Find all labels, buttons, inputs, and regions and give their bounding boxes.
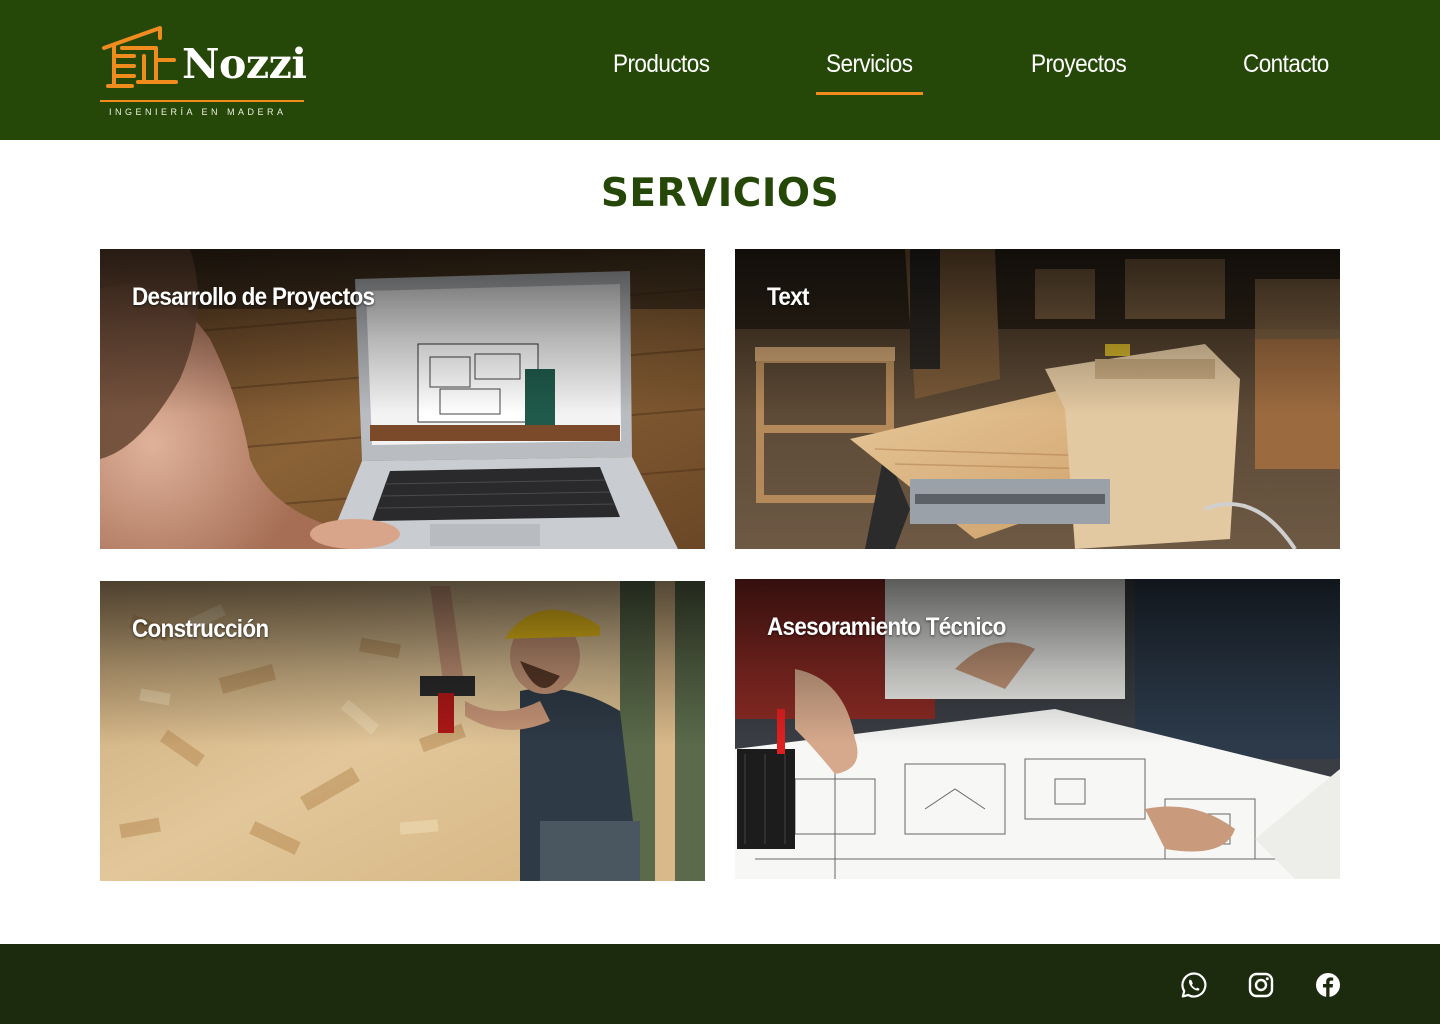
card-overlay xyxy=(735,249,1340,549)
service-card-label: Asesoramiento Técnico xyxy=(767,613,1006,641)
service-card-text[interactable]: Text xyxy=(735,249,1340,549)
service-card-asesoramiento[interactable]: Asesoramiento Técnico xyxy=(735,579,1340,879)
nav-link-proyectos[interactable]: Proyectos xyxy=(1031,50,1127,79)
service-card-desarrollo[interactable]: Desarrollo de Proyectos xyxy=(100,249,705,549)
brand-logo[interactable]: Nozzi INGENIERÍA EN MADERA xyxy=(100,22,310,118)
facebook-icon xyxy=(1316,973,1340,997)
service-card-label: Construcción xyxy=(132,615,269,643)
nav-link-contacto[interactable]: Contacto xyxy=(1243,50,1329,79)
service-card-construccion[interactable]: Construcción xyxy=(100,581,705,881)
active-nav-indicator xyxy=(816,92,923,95)
nav-link-productos[interactable]: Productos xyxy=(613,50,710,79)
instagram-link[interactable] xyxy=(1247,971,1275,999)
logo-divider xyxy=(100,100,304,102)
brand-name: Nozzi xyxy=(182,40,307,88)
service-card-label: Text xyxy=(767,283,809,311)
page-title: SERVICIOS xyxy=(600,171,840,216)
facebook-link[interactable] xyxy=(1314,971,1342,999)
house-logo-icon xyxy=(102,26,178,88)
site-footer xyxy=(0,944,1440,1024)
brand-tagline: INGENIERÍA EN MADERA xyxy=(109,107,287,117)
nav-link-servicios[interactable]: Servicios xyxy=(826,50,913,79)
site-header: Nozzi INGENIERÍA EN MADERA Productos Ser… xyxy=(0,0,1440,140)
instagram-icon xyxy=(1248,972,1274,998)
service-card-label: Desarrollo de Proyectos xyxy=(132,283,375,311)
whatsapp-link[interactable] xyxy=(1180,971,1208,999)
whatsapp-icon xyxy=(1181,972,1207,998)
